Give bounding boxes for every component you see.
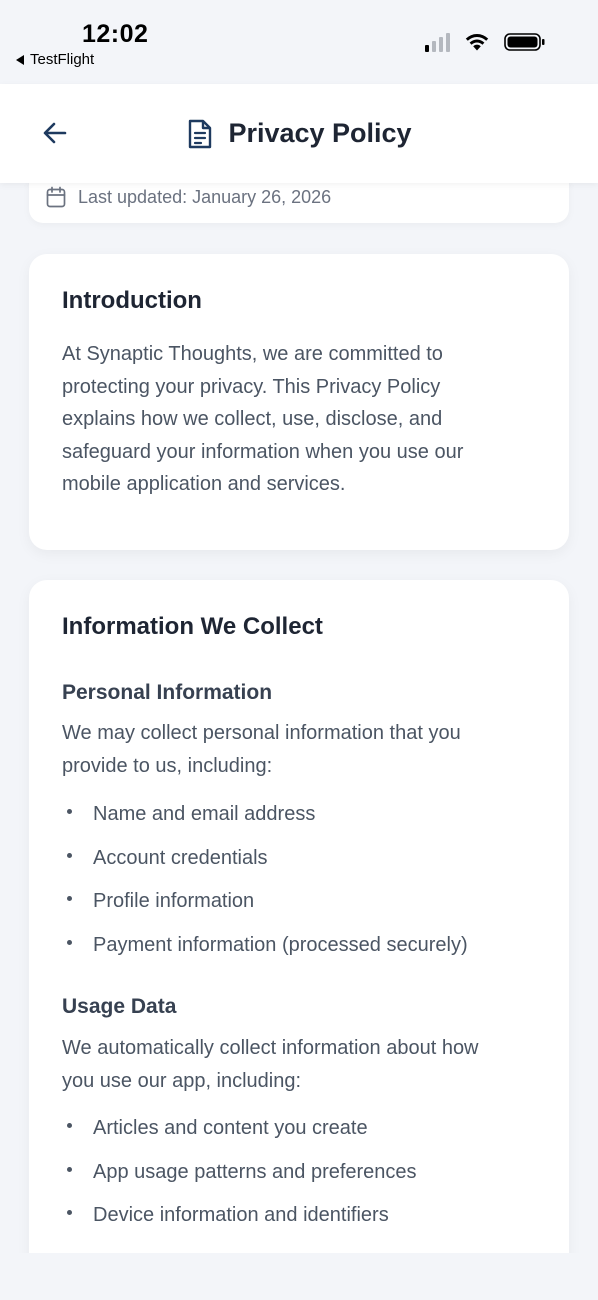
- back-app-label: TestFlight: [30, 51, 95, 68]
- list-item: Profile information: [62, 890, 254, 913]
- last-updated-card: Last updated: January 26, 2026: [29, 183, 569, 223]
- bullet-dot: [67, 853, 72, 858]
- personal-information-intro: We may collect personal information that…: [62, 717, 532, 782]
- personal-intro-line: provide to us, including:: [62, 754, 273, 777]
- list-item: Articles and content you create: [62, 1117, 368, 1140]
- arrow-left-icon: [43, 122, 67, 144]
- bullet-dot: [67, 809, 72, 814]
- usage-intro-line: We automatically collect information abo…: [62, 1037, 479, 1059]
- app-header: Privacy Policy: [0, 84, 598, 183]
- introduction-line: safeguard your information when you use …: [62, 440, 464, 463]
- cellular-signal-icon: [425, 32, 450, 52]
- calendar-icon: [46, 186, 66, 208]
- scroll-content[interactable]: Last updated: January 26, 2026 Introduct…: [0, 183, 598, 1253]
- page-title: Privacy Policy: [228, 118, 412, 148]
- introduction-body: At Synaptic Thoughts, we are committed t…: [62, 338, 532, 501]
- back-button[interactable]: [36, 114, 74, 152]
- list-item-text: Payment information (processed securely): [93, 934, 468, 956]
- introduction-line: explains how we collect, use, disclose, …: [62, 408, 443, 431]
- bullet-dot: [67, 1123, 72, 1128]
- introduction-line: mobile application and services.: [62, 473, 346, 496]
- list-item-text: App usage patterns and preferences: [93, 1161, 417, 1183]
- introduction-line: protecting your privacy. This Privacy Po…: [62, 375, 441, 398]
- header-title-group: Privacy Policy: [0, 84, 598, 183]
- information-we-collect-title: Information We Collect: [62, 613, 323, 640]
- list-item: Device information and identifiers: [62, 1204, 389, 1227]
- list-item: App usage patterns and preferences: [62, 1161, 417, 1184]
- list-item-text: Name and email address: [93, 803, 316, 825]
- personal-intro-line: We may collect personal information that…: [62, 722, 461, 744]
- introduction-card: Introduction At Synaptic Thoughts, we ar…: [29, 254, 569, 550]
- bullet-dot: [67, 940, 72, 945]
- introduction-title: Introduction: [62, 287, 202, 314]
- list-item-text: Articles and content you create: [93, 1117, 368, 1139]
- wifi-icon: [465, 34, 489, 51]
- list-item-text: Device information and identifiers: [93, 1204, 389, 1226]
- bottom-safe-area: [0, 1253, 598, 1300]
- status-bar: 12:02 TestFlight: [0, 0, 598, 84]
- list-item: Name and email address: [62, 803, 315, 826]
- document-icon: [189, 119, 212, 148]
- list-item-text: Profile information: [93, 890, 255, 912]
- usage-data-title: Usage Data: [62, 995, 177, 1018]
- list-item-text: Account credentials: [93, 847, 268, 869]
- personal-information-title: Personal Information: [62, 681, 273, 704]
- bullet-dot: [67, 896, 72, 901]
- bullet-dot: [67, 1167, 72, 1172]
- back-triangle-icon: [16, 54, 24, 65]
- bullet-dot: [67, 1210, 72, 1215]
- list-item: Account credentials: [62, 847, 268, 870]
- list-item: Payment information (processed securely): [62, 934, 468, 957]
- last-updated-row: Last updated: January 26, 2026: [46, 186, 331, 208]
- usage-intro-line: you use our app, including:: [62, 1069, 302, 1092]
- last-updated-text: Last updated: January 26, 2026: [78, 186, 332, 207]
- status-time: 12:02: [82, 20, 149, 48]
- status-icons: [425, 32, 546, 52]
- information-we-collect-card: Information We Collect Personal Informat…: [29, 580, 569, 1253]
- usage-data-intro: We automatically collect information abo…: [62, 1032, 532, 1097]
- battery-icon: [504, 33, 545, 51]
- back-to-testflight-link[interactable]: TestFlight: [16, 51, 94, 68]
- introduction-line: At Synaptic Thoughts, we are committed t…: [62, 343, 443, 365]
